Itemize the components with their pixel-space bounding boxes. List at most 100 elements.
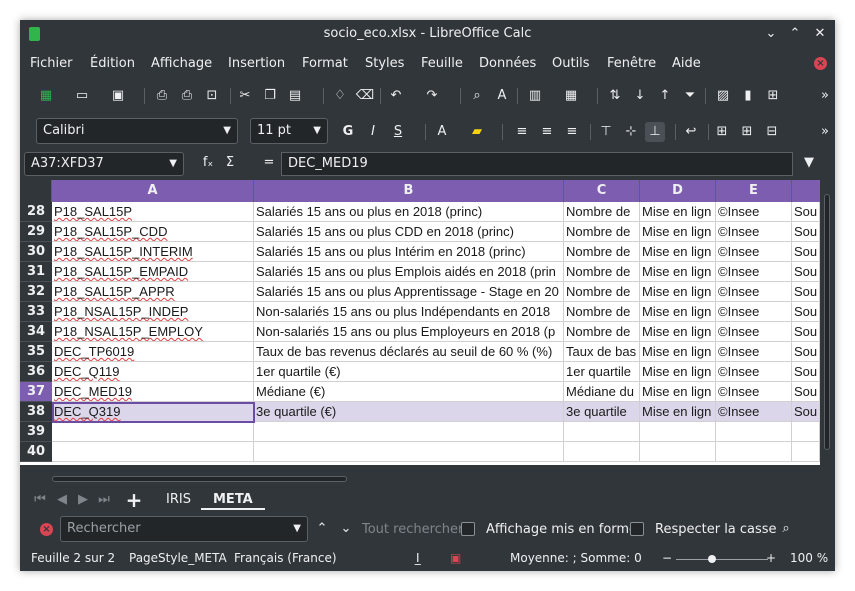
align-middle-icon[interactable]: ⊹ [621, 122, 641, 142]
row-header[interactable]: 37 [20, 382, 52, 402]
toolbar-overflow-icon[interactable]: » [815, 86, 835, 106]
cell-d-28[interactable]: Mise en lign [640, 202, 716, 222]
column-header-e[interactable]: E [716, 180, 792, 202]
menu-format[interactable]: Format [302, 56, 348, 71]
column-header-c[interactable]: C [564, 180, 640, 202]
cell-d-38[interactable]: Mise en lign [640, 402, 716, 422]
name-box[interactable]: A37:XFD37 ▼ [24, 152, 184, 176]
zoom-level[interactable]: 100 % [790, 551, 828, 565]
cell-b-29[interactable]: Salariés 15 ans ou plus CDD en 2018 (pri… [254, 222, 564, 242]
document-modified-icon[interactable]: ▣ [450, 551, 461, 565]
cell-a-40[interactable] [52, 442, 254, 462]
align-bottom-icon[interactable]: ⊥ [645, 122, 665, 142]
cut-icon[interactable]: ✂ [235, 86, 255, 106]
cell-c-34[interactable]: Nombre de [564, 322, 640, 342]
cell-e-40[interactable] [716, 442, 792, 462]
zoom-in-button[interactable]: + [766, 551, 776, 565]
first-sheet-icon[interactable]: ⏮ [30, 490, 50, 510]
minimize-button[interactable]: ⌄ [762, 25, 780, 43]
save-icon[interactable]: ▣ [108, 86, 128, 106]
sheet-tab-meta[interactable]: META [201, 490, 265, 510]
sort-icon[interactable]: ⇅ [605, 86, 625, 106]
cell-b-37[interactable]: Médiane (€) [254, 382, 564, 402]
export-pdf-icon[interactable]: ⎙ [152, 86, 172, 106]
cell-e-29[interactable]: ©Insee [716, 222, 792, 242]
cell-d-39[interactable] [640, 422, 716, 442]
menu-outils[interactable]: Outils [552, 56, 590, 71]
page-style[interactable]: PageStyle_META [129, 551, 227, 565]
cell-b-33[interactable]: Non-salariés 15 ans ou plus Indépendants… [254, 302, 564, 322]
row-header[interactable]: 36 [20, 362, 52, 382]
cell-e-30[interactable]: ©Insee [716, 242, 792, 262]
cell-f-34[interactable]: Sou [792, 322, 820, 342]
insert-mode-icon[interactable]: I̲ [416, 551, 420, 565]
clone-formatting-icon[interactable]: ♢ [330, 86, 350, 106]
menu-edition[interactable]: Édition [90, 56, 135, 71]
previous-sheet-icon[interactable]: ◀ [52, 490, 72, 510]
cell-f-33[interactable]: Sou [792, 302, 820, 322]
cell-c-32[interactable]: Nombre de [564, 282, 640, 302]
cell-a-35[interactable]: DEC_TP6019 [52, 342, 254, 362]
font-color-icon[interactable]: A [432, 122, 452, 142]
cell-f-29[interactable]: Sou [792, 222, 820, 242]
cell-c-30[interactable]: Nombre de [564, 242, 640, 262]
language[interactable]: Français (France) [234, 551, 337, 565]
cell-e-37[interactable]: ©Insee [716, 382, 792, 402]
cell-a-29[interactable]: P18_SAL15P_CDD [52, 222, 254, 242]
cell-b-40[interactable] [254, 442, 564, 462]
column-header-d[interactable]: D [640, 180, 716, 202]
cell-f-36[interactable]: Sou [792, 362, 820, 382]
cell-d-35[interactable]: Mise en lign [640, 342, 716, 362]
cell-c-36[interactable]: 1er quartile [564, 362, 640, 382]
cell-b-32[interactable]: Salariés 15 ans ou plus Apprentissage - … [254, 282, 564, 302]
italic-button[interactable]: I [363, 122, 383, 142]
vertical-scrollbar[interactable] [820, 180, 835, 465]
menu-aide[interactable]: Aide [672, 56, 701, 71]
cell-b-34[interactable]: Non-salariés 15 ans ou plus Employeurs e… [254, 322, 564, 342]
find-replace-icon[interactable]: ⌕ [776, 519, 796, 539]
bold-button[interactable]: G [338, 122, 358, 142]
search-input[interactable]: Rechercher ▼ [60, 516, 308, 542]
close-find-bar-icon[interactable]: × [40, 523, 53, 536]
spelling-icon[interactable]: A [492, 86, 512, 106]
paste-icon[interactable]: ▤ [285, 86, 305, 106]
row-header[interactable]: 28 [20, 202, 52, 222]
formatted-display-checkbox[interactable] [461, 522, 475, 536]
cell-a-31[interactable]: P18_SAL15P_EMPAID [52, 262, 254, 282]
row-header[interactable]: 32 [20, 282, 52, 302]
cell-d-32[interactable]: Mise en lign [640, 282, 716, 302]
column-header-b[interactable]: B [254, 180, 564, 202]
menu-fichier[interactable]: Fichier [30, 56, 73, 71]
cell-b-38[interactable]: 3e quartile (€) [254, 402, 564, 422]
add-sheet-button[interactable]: + [124, 490, 144, 510]
cell-e-34[interactable]: ©Insee [716, 322, 792, 342]
row-icon[interactable]: ▥ [525, 86, 545, 106]
select-all-corner[interactable] [20, 180, 52, 202]
find-next-icon[interactable]: ⌄ [336, 519, 356, 539]
cell-c-31[interactable]: Nombre de [564, 262, 640, 282]
cell-d-29[interactable]: Mise en lign [640, 222, 716, 242]
insert-image-icon[interactable]: ▨ [713, 86, 733, 106]
column-header-a[interactable]: A [52, 180, 254, 202]
zoom-slider-track[interactable] [676, 559, 768, 560]
cell-c-37[interactable]: Médiane du [564, 382, 640, 402]
selection-summary[interactable]: Moyenne: ; Somme: 0 [510, 551, 642, 565]
close-window-button[interactable]: ✕ [811, 25, 829, 43]
redo-icon[interactable]: ↷ [422, 86, 442, 106]
spreadsheet-grid[interactable]: A B C D E 28 P18_SAL15P Salariés 15 ans ou… [20, 180, 820, 465]
row-header[interactable]: 34 [20, 322, 52, 342]
print-preview-icon[interactable]: ⊡ [202, 86, 222, 106]
cell-e-32[interactable]: ©Insee [716, 282, 792, 302]
horizontal-scrollbar[interactable] [52, 474, 820, 484]
cell-a-36[interactable]: DEC_Q119 [52, 362, 254, 382]
cell-b-28[interactable]: Salariés 15 ans ou plus en 2018 (princ) [254, 202, 564, 222]
find-all-button[interactable]: Tout rechercher [362, 522, 463, 537]
cell-a-32[interactable]: P18_SAL15P_APPR [52, 282, 254, 302]
cell-c-39[interactable] [564, 422, 640, 442]
row-header[interactable]: 30 [20, 242, 52, 262]
row-header[interactable]: 29 [20, 222, 52, 242]
align-top-icon[interactable]: ⊤ [596, 122, 616, 142]
sort-ascending-icon[interactable]: ↓ [630, 86, 650, 106]
cell-b-39[interactable] [254, 422, 564, 442]
cell-d-36[interactable]: Mise en lign [640, 362, 716, 382]
